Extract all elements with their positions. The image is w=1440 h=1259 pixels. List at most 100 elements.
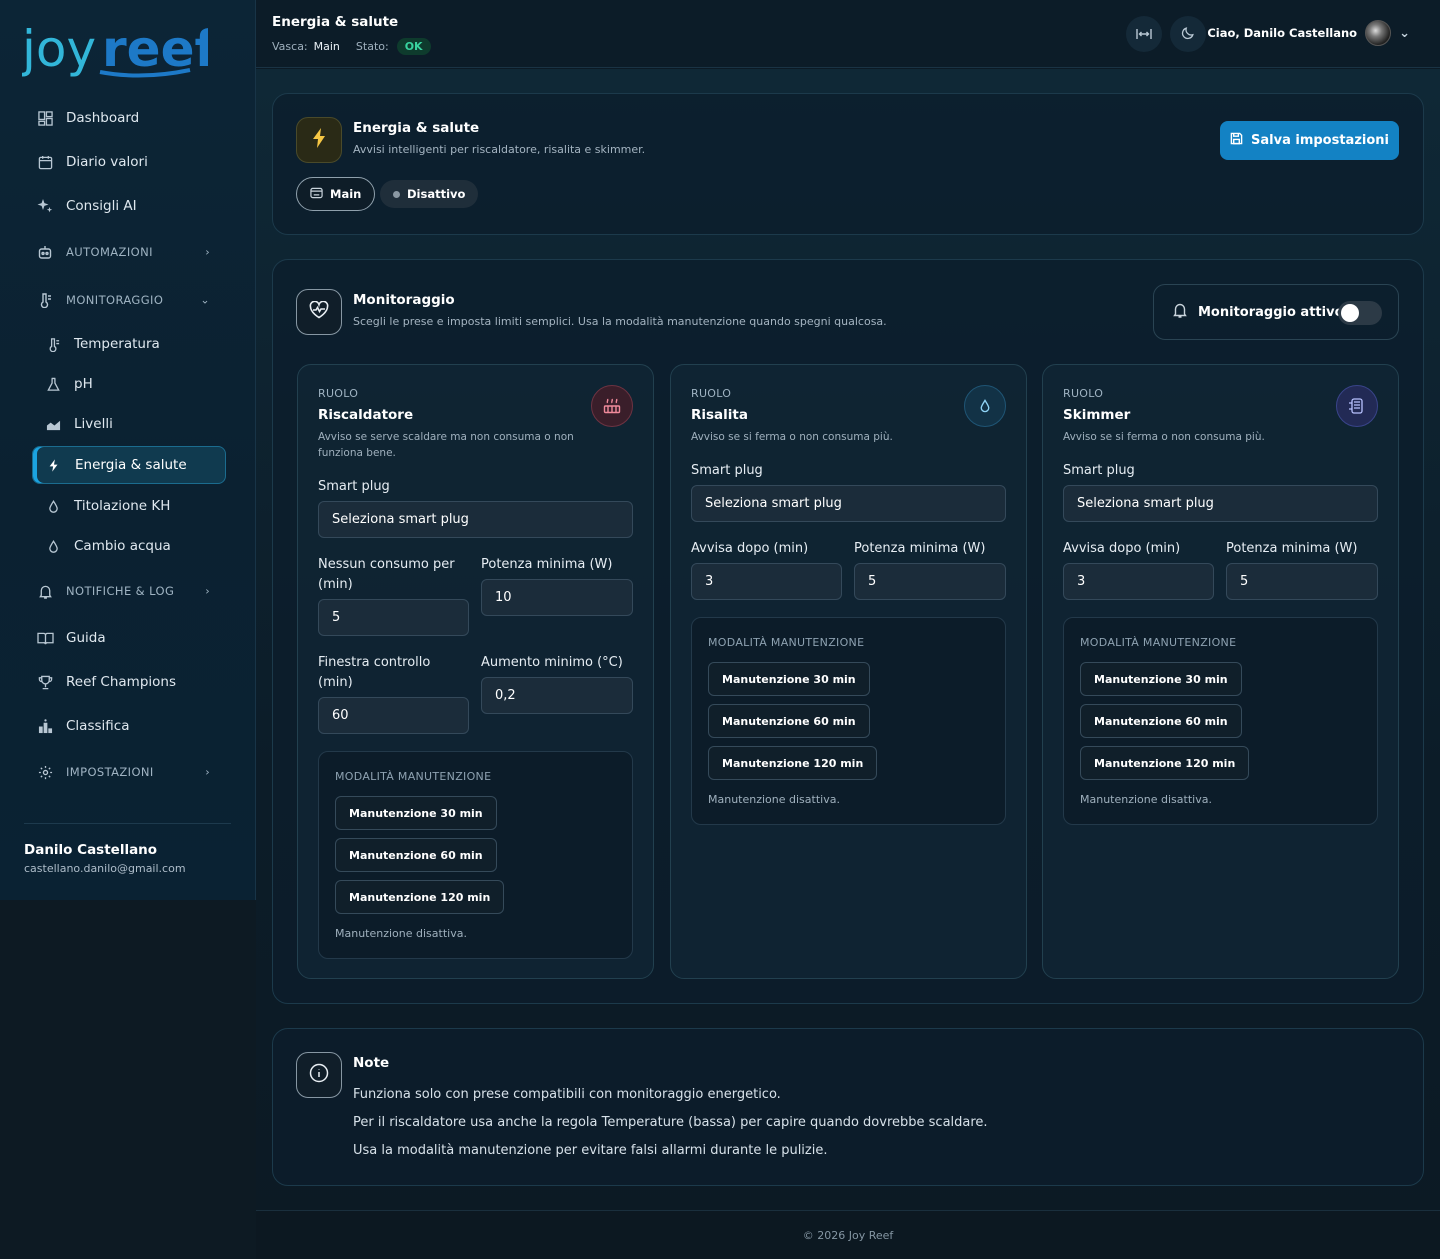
maintenance-60-button[interactable]: Manutenzione 60 min xyxy=(708,704,870,738)
sidebar-item-monitoraggio[interactable]: MONITORAGGIO ⌄ xyxy=(0,276,256,324)
maintenance-120-button[interactable]: Manutenzione 120 min xyxy=(335,880,505,914)
status-dot-icon xyxy=(393,190,400,198)
thermometer-icon xyxy=(36,291,54,309)
maintenance-30-button[interactable]: Manutenzione 30 min xyxy=(335,796,497,830)
sidebar-item-ph[interactable]: pH xyxy=(0,364,256,404)
sidebar-item-dashboard[interactable]: Dashboard xyxy=(0,96,256,140)
sidebar-item-guida[interactable]: Guida xyxy=(0,616,256,660)
smart-plug-select[interactable]: Seleziona smart plug xyxy=(691,485,1006,522)
no-consumption-input[interactable]: 5 xyxy=(318,599,469,636)
min-power-input[interactable]: 5 xyxy=(854,563,1006,600)
flask-icon xyxy=(44,375,62,393)
smart-plug-select[interactable]: Seleziona smart plug xyxy=(318,501,633,538)
tank-value: Main xyxy=(313,40,340,53)
status-badge: OK xyxy=(396,38,431,55)
sidebar-item-label: Energia & salute xyxy=(75,457,187,473)
copyright: © 2026 Joy Reef xyxy=(802,1228,894,1242)
save-label: Salva impostazioni xyxy=(1251,133,1389,148)
page-background xyxy=(0,900,272,1259)
user-name: Danilo Castellano xyxy=(24,842,158,858)
heater-icon xyxy=(591,385,633,427)
sidebar-item-titolazione-kh[interactable]: Titolazione KH xyxy=(0,486,256,526)
expand-width-icon xyxy=(1136,25,1152,44)
book-icon xyxy=(36,629,54,647)
sidebar-item-label: NOTIFICHE & LOG xyxy=(66,584,175,598)
maintenance-panel: MODALITÀ MANUTENZIONE Manutenzione 30 mi… xyxy=(1063,617,1378,825)
bell-icon xyxy=(1172,302,1188,322)
maintenance-title: MODALITÀ MANUTENZIONE xyxy=(335,770,492,783)
aquarium-icon xyxy=(310,187,323,202)
sidebar-item-label: Cambio acqua xyxy=(74,538,171,554)
sidebar-item-impostazioni[interactable]: IMPOSTAZIONI › xyxy=(0,748,256,796)
note-line: Usa la modalità manutenzione per evitare… xyxy=(353,1143,828,1158)
sidebar-item-label: Reef Champions xyxy=(66,674,177,690)
maintenance-120-button[interactable]: Manutenzione 120 min xyxy=(1080,746,1250,780)
trophy-icon xyxy=(36,673,54,691)
role-description: Avviso se serve scaldare ma non consuma … xyxy=(318,431,574,459)
user-menu[interactable]: Ciao, Danilo Castellano ⌄ xyxy=(1207,20,1410,46)
note-line: Funziona solo con prese compatibili con … xyxy=(353,1087,781,1102)
chevron-right-icon: › xyxy=(205,584,210,598)
min-power-input[interactable]: 10 xyxy=(481,579,633,616)
theme-toggle-button[interactable] xyxy=(1170,16,1206,52)
main-content: Energia & salute Avvisi intelligenti per… xyxy=(256,69,1440,1259)
role-card-heater: RUOLO Riscaldatore Avviso se serve scald… xyxy=(297,364,654,979)
min-increase-input[interactable]: 0,2 xyxy=(481,677,633,714)
moon-icon xyxy=(1181,25,1195,44)
sidebar-item-livelli[interactable]: Livelli xyxy=(0,404,256,444)
maintenance-60-button[interactable]: Manutenzione 60 min xyxy=(1080,704,1242,738)
tank-meta: Vasca: Main Stato: OK xyxy=(272,38,431,55)
min-power-label: Potenza minima (W) xyxy=(481,557,613,572)
tank-pill-label: Main xyxy=(330,187,362,201)
card-subtitle: Avvisi intelligenti per riscaldatore, ri… xyxy=(353,143,646,156)
toggle-switch[interactable] xyxy=(1338,301,1382,325)
sidebar-item-energia[interactable]: Energia & salute xyxy=(32,446,226,484)
maintenance-120-button[interactable]: Manutenzione 120 min xyxy=(708,746,878,780)
role-label: RUOLO xyxy=(691,387,732,400)
sparkles-icon xyxy=(36,197,54,215)
tank-pill[interactable]: Main xyxy=(296,177,376,211)
expand-width-button[interactable] xyxy=(1126,16,1162,52)
maintenance-panel: MODALITÀ MANUTENZIONE Manutenzione 30 mi… xyxy=(691,617,1006,825)
logo-text-joy: joy xyxy=(22,20,96,78)
save-settings-button[interactable]: Salva impostazioni xyxy=(1220,121,1399,160)
check-window-label: Finestra controllo (min) xyxy=(318,655,431,690)
min-power-input[interactable]: 5 xyxy=(1226,563,1378,600)
sidebar-item-cambio-acqua[interactable]: Cambio acqua xyxy=(0,526,256,566)
chart-area-icon xyxy=(44,415,62,433)
logo-text-reef: reef xyxy=(102,20,208,78)
sidebar-item-automazioni[interactable]: AUTOMAZIONI › xyxy=(0,228,256,276)
alert-after-label: Avvisa dopo (min) xyxy=(691,541,809,556)
sidebar-item-diario[interactable]: Diario valori xyxy=(0,140,256,184)
sidebar-item-notifiche[interactable]: NOTIFICHE & LOG › xyxy=(0,566,256,616)
notes-title: Note xyxy=(353,1055,390,1071)
no-consumption-label: Nessun consumo per (min) xyxy=(318,557,455,592)
alert-after-input[interactable]: 3 xyxy=(691,563,842,600)
robot-icon xyxy=(36,243,54,261)
sidebar-item-label: Titolazione KH xyxy=(74,498,171,514)
role-label: RUOLO xyxy=(1063,387,1104,400)
alert-after-input[interactable]: 3 xyxy=(1063,563,1214,600)
maintenance-panel: MODALITÀ MANUTENZIONE Manutenzione 30 mi… xyxy=(318,751,633,959)
sidebar-item-consigli[interactable]: Consigli AI xyxy=(0,184,256,228)
tank-label: Vasca: xyxy=(272,40,308,53)
sidebar-item-reef-champions[interactable]: Reef Champions xyxy=(0,660,256,704)
sidebar-item-temperatura[interactable]: Temperatura xyxy=(0,324,256,364)
sidebar-user[interactable]: Danilo Castellano castellano.danilo@gmai… xyxy=(24,823,231,875)
info-icon xyxy=(309,1063,329,1087)
heart-pulse-icon-box xyxy=(296,289,342,335)
maintenance-60-button[interactable]: Manutenzione 60 min xyxy=(335,838,497,872)
greeting: Ciao, Danilo Castellano xyxy=(1207,26,1358,40)
monitoring-toggle[interactable]: Monitoraggio attivo xyxy=(1153,284,1399,340)
check-window-input[interactable]: 60 xyxy=(318,697,469,734)
smart-plug-select[interactable]: Seleziona smart plug xyxy=(1063,485,1378,522)
chevron-right-icon: › xyxy=(205,765,210,779)
sidebar-item-classifica[interactable]: Classifica xyxy=(0,704,256,748)
maintenance-30-button[interactable]: Manutenzione 30 min xyxy=(708,662,870,696)
sidebar-item-label: Livelli xyxy=(74,416,113,432)
maintenance-30-button[interactable]: Manutenzione 30 min xyxy=(1080,662,1242,696)
joyreef-logo[interactable]: joy reef xyxy=(22,20,208,80)
card-title: Energia & salute xyxy=(353,120,480,136)
maintenance-title: MODALITÀ MANUTENZIONE xyxy=(1080,636,1237,649)
min-power-label: Potenza minima (W) xyxy=(1226,541,1358,556)
